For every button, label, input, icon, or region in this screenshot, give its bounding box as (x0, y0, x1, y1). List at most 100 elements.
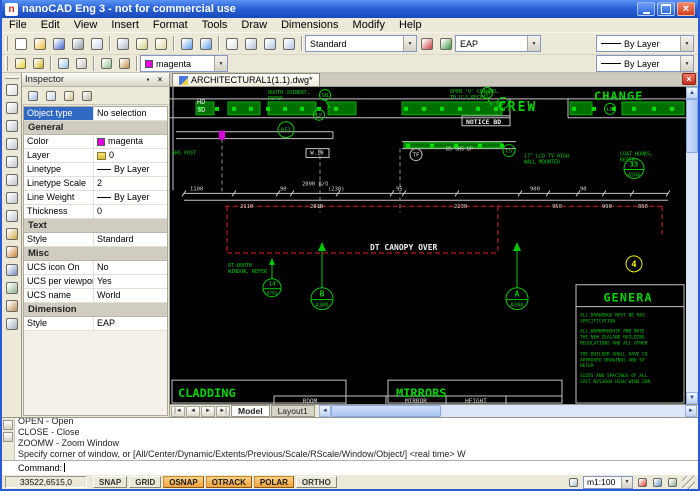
print-preview-icon[interactable] (87, 34, 106, 53)
table-icon[interactable] (3, 279, 21, 297)
chevron-down-icon[interactable] (680, 36, 693, 51)
layer-freeze-icon[interactable] (54, 56, 72, 72)
scroll-right-icon[interactable]: ► (685, 405, 697, 417)
title-bar[interactable]: n nanoCAD Eng 3 - not for commercial use (2, 0, 698, 18)
toggle-otrack[interactable]: OTRACK (206, 476, 252, 488)
toggle-snap[interactable]: SNAP (93, 476, 127, 488)
menu-draw[interactable]: Draw (234, 19, 274, 31)
property-value[interactable]: By Layer (94, 191, 167, 204)
copy-properties-icon[interactable] (60, 88, 77, 104)
paste-icon[interactable] (151, 34, 170, 53)
plot-icon[interactable] (68, 34, 87, 53)
property-value[interactable]: Standard (94, 233, 167, 246)
property-label[interactable]: Thickness (24, 205, 94, 218)
text-style-icon[interactable] (417, 34, 436, 53)
vertical-scroll-thumb[interactable] (686, 99, 698, 153)
layer-properties-icon[interactable] (29, 56, 47, 72)
minimize-button[interactable] (637, 2, 655, 16)
undo-icon[interactable] (177, 34, 196, 53)
toolbar-handle[interactable] (5, 36, 8, 51)
menu-tools[interactable]: Tools (195, 19, 235, 31)
menu-format[interactable]: Format (146, 19, 195, 31)
select-icon[interactable] (3, 81, 21, 99)
scroll-left-icon[interactable]: ◄ (319, 405, 331, 417)
match-properties-icon[interactable] (115, 56, 133, 72)
drawing-viewport[interactable]: HDSDBOOTH JOINERY,REFEROPEN 'U' CHANNELT… (170, 87, 686, 404)
toggle-ortho[interactable]: ORTHO (296, 476, 337, 488)
close-panel-icon[interactable] (154, 74, 166, 85)
property-label[interactable]: Line Weight (24, 191, 94, 204)
layer-lock-icon[interactable] (72, 56, 90, 72)
menu-insert[interactable]: Insert (104, 19, 146, 31)
chevron-down-icon[interactable] (214, 56, 227, 71)
property-label[interactable]: UCS icon On (24, 261, 94, 274)
menu-modify[interactable]: Modify (346, 19, 392, 31)
last-layout-button[interactable]: ►| (216, 406, 230, 417)
menu-edit[interactable]: Edit (34, 19, 67, 31)
toolbar-handle[interactable] (5, 76, 19, 79)
property-label[interactable]: Linetype Scale (24, 177, 94, 190)
scroll-up-icon[interactable]: ▲ (686, 87, 698, 99)
property-value[interactable]: World (94, 289, 167, 302)
chevron-down-icon[interactable] (621, 477, 632, 488)
property-label[interactable]: Style (24, 233, 94, 246)
open-icon[interactable] (30, 34, 49, 53)
chevron-down-icon[interactable] (680, 56, 693, 71)
menu-view[interactable]: View (67, 19, 105, 31)
property-label[interactable]: Color (24, 135, 94, 148)
property-value[interactable]: 0 (94, 149, 167, 162)
scale-combo[interactable]: m1:100 (583, 476, 633, 489)
quick-select-icon[interactable] (42, 88, 59, 104)
dimension-style-combo[interactable]: EAP (455, 35, 541, 52)
redo-icon[interactable] (196, 34, 215, 53)
command-options-icon[interactable] (3, 420, 13, 430)
property-value[interactable]: 2 (94, 177, 167, 190)
property-value[interactable]: Yes (94, 275, 167, 288)
ellipse-icon[interactable] (3, 207, 21, 225)
polyline-icon[interactable] (3, 117, 21, 135)
menu-file[interactable]: File (2, 19, 34, 31)
toggle-osnap[interactable]: OSNAP (163, 476, 203, 488)
cut-icon[interactable] (113, 34, 132, 53)
linetype-combo[interactable]: By Layer (596, 35, 694, 52)
hatch-icon[interactable] (3, 225, 21, 243)
property-value[interactable]: No selection (94, 107, 167, 120)
pin-icon[interactable] (142, 74, 154, 85)
clean-screen-icon[interactable] (665, 476, 680, 489)
rectangle-icon[interactable] (3, 171, 21, 189)
tab-model[interactable]: Model (231, 405, 270, 417)
zoom-window-icon[interactable] (260, 34, 279, 53)
horizontal-scrollbar[interactable]: ◄ ► (319, 405, 697, 417)
annotation-scale-icon[interactable] (566, 476, 581, 489)
text-icon[interactable] (3, 261, 21, 279)
maximize-button[interactable] (657, 2, 675, 16)
close-document-button[interactable] (682, 73, 696, 85)
vertical-scrollbar[interactable]: ▲ ▼ (686, 87, 698, 404)
dimension-style-icon[interactable] (436, 34, 455, 53)
circle-icon[interactable] (3, 135, 21, 153)
property-label[interactable]: Style (24, 317, 94, 330)
text-style-combo[interactable]: Standard (305, 35, 417, 52)
copy-icon[interactable] (132, 34, 151, 53)
chevron-down-icon[interactable] (403, 36, 416, 51)
zoom-extents-icon[interactable] (279, 34, 298, 53)
notifications-icon[interactable] (635, 476, 650, 489)
block-icon[interactable] (3, 297, 21, 315)
property-label[interactable]: Layer (24, 149, 94, 162)
save-icon[interactable] (49, 34, 68, 53)
property-label[interactable]: UCS name (24, 289, 94, 302)
line-icon[interactable] (3, 99, 21, 117)
vertical-scroll-track[interactable] (686, 99, 698, 392)
inspector-header[interactable]: Inspector (22, 73, 169, 87)
zoom-realtime-icon[interactable] (241, 34, 260, 53)
pan-icon[interactable] (222, 34, 241, 53)
command-history[interactable]: OPEN - OpenCLOSE - CloseZOOMW - Zoom Win… (2, 417, 698, 460)
prev-layout-button[interactable]: ◄ (186, 406, 200, 417)
entity-properties-icon[interactable] (97, 56, 115, 72)
property-label[interactable]: UCS per viewport (24, 275, 94, 288)
document-tab[interactable]: ARCHITECTURAL1(1.1).dwg* (172, 73, 320, 86)
toggle-grid[interactable]: GRID (129, 476, 161, 488)
horizontal-scroll-thumb[interactable] (331, 405, 441, 417)
lineweight-combo[interactable]: By Layer (596, 55, 694, 72)
tab-layout1[interactable]: Layout1 (271, 405, 315, 417)
